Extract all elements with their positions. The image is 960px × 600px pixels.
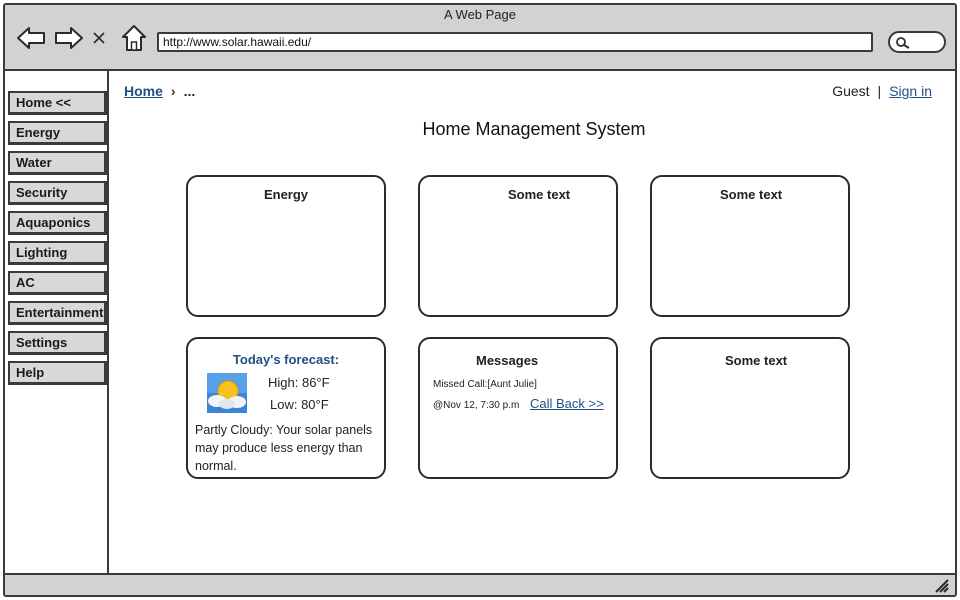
back-arrow-icon[interactable]: [15, 23, 47, 53]
sign-in-link[interactable]: Sign in: [889, 83, 932, 99]
sidebar-item-ac[interactable]: AC: [8, 271, 107, 295]
sidebar-item-home[interactable]: Home <<: [8, 91, 107, 115]
missed-call-text: Missed Call:[Aunt Julie]: [433, 379, 537, 390]
sidebar-item-water[interactable]: Water: [8, 151, 107, 175]
card-title: Some text: [720, 187, 783, 202]
resize-grip-icon[interactable]: [933, 577, 949, 593]
sidebar-nav: Home << Energy Water Security Aquaponics…: [5, 71, 109, 576]
user-name: Guest: [832, 83, 870, 99]
card-title: Some text: [508, 187, 571, 202]
breadcrumb: Home › ...: [124, 83, 195, 99]
card-title: Some text: [725, 353, 788, 368]
status-bar: [5, 573, 955, 595]
sidebar-item-energy[interactable]: Energy: [8, 121, 107, 145]
sidebar-item-entertainment[interactable]: Entertainment: [8, 301, 107, 325]
chevron-right-icon: ›: [170, 83, 176, 99]
top-middle-card[interactable]: Some text: [418, 175, 618, 317]
top-right-card[interactable]: Some text: [650, 175, 850, 317]
sidebar-item-security[interactable]: Security: [8, 181, 107, 205]
messages-title: Messages: [476, 353, 539, 368]
forecast-high: High: 86°F: [268, 375, 330, 390]
card-title: Energy: [263, 187, 309, 202]
browser-window: A Web Page http://www.solar.hawaii.edu/ …: [3, 3, 957, 597]
window-title: A Web Page: [443, 7, 517, 22]
forecast-description: Partly Cloudy: Your solar panels may pro…: [195, 423, 373, 473]
forecast-card: Today's forecast: High: 86°F Low: 80°F P…: [186, 337, 386, 479]
user-area: Guest | Sign in: [832, 83, 932, 99]
call-back-link[interactable]: Call Back >>: [530, 396, 604, 411]
forward-arrow-icon[interactable]: [53, 23, 85, 53]
breadcrumb-current: ...: [183, 83, 196, 99]
browser-search-box[interactable]: [888, 31, 946, 53]
sidebar-item-aquaponics[interactable]: Aquaponics: [8, 211, 107, 235]
page-title: Home Management System: [422, 119, 646, 139]
browser-toolbar: A Web Page http://www.solar.hawaii.edu/: [5, 5, 955, 71]
close-x-icon[interactable]: [89, 23, 109, 53]
forecast-low: Low: 80°F: [270, 397, 329, 412]
user-divider: |: [877, 83, 882, 99]
sidebar-item-lighting[interactable]: Lighting: [8, 241, 107, 265]
search-icon: [896, 37, 910, 49]
forecast-title: Today's forecast:: [232, 352, 340, 367]
sidebar-item-settings[interactable]: Settings: [8, 331, 107, 355]
messages-card: Messages Missed Call:[Aunt Julie] @Nov 1…: [418, 337, 618, 479]
message-timestamp: @Nov 12, 7:30 p.m: [433, 400, 520, 411]
url-input[interactable]: http://www.solar.hawaii.edu/: [157, 32, 873, 52]
energy-card[interactable]: Energy: [186, 175, 386, 317]
bottom-right-card[interactable]: Some text: [650, 337, 850, 479]
sidebar-item-help[interactable]: Help: [8, 361, 107, 385]
home-icon[interactable]: [118, 23, 150, 53]
breadcrumb-home-link[interactable]: Home: [124, 83, 163, 99]
partly-cloudy-icon: [207, 373, 247, 413]
